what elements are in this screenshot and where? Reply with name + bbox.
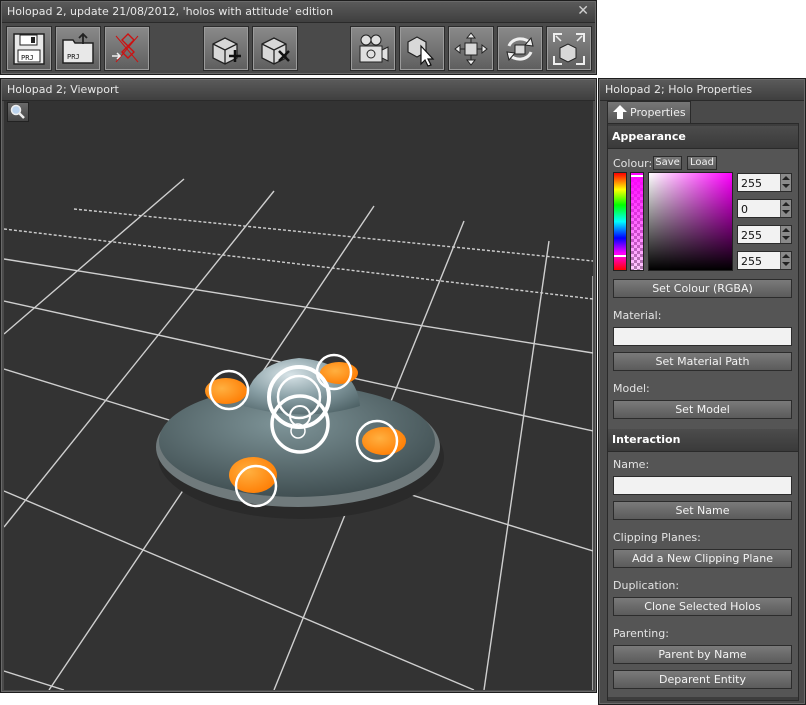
add-holo-icon	[212, 37, 241, 65]
scale-icon	[553, 33, 585, 65]
export-button[interactable]	[104, 26, 150, 71]
red-input[interactable]: 255	[737, 173, 792, 192]
alpha-value: 255	[741, 255, 762, 268]
hue-slider[interactable]	[613, 172, 627, 271]
move-icon	[454, 32, 488, 66]
alpha-slider-marker	[631, 175, 643, 177]
properties-title: Holopad 2; Holo Properties	[605, 83, 753, 96]
toolbar-window: Holopad 2, update 21/08/2012, 'holos wit…	[0, 0, 597, 75]
green-input[interactable]: 0	[737, 199, 792, 218]
material-input[interactable]	[613, 327, 792, 346]
camera-button[interactable]	[350, 26, 396, 71]
camera-icon	[359, 34, 389, 63]
rotate-icon	[506, 36, 534, 62]
name-label: Name:	[613, 458, 650, 471]
clone-selected-button[interactable]: Clone Selected Holos	[613, 597, 792, 616]
appearance-section: Colour: Save Load 255 0 255 255 Set Colo…	[608, 149, 798, 429]
close-icon[interactable]: ✕	[577, 3, 589, 19]
material-label: Material:	[613, 309, 662, 322]
properties-titlebar[interactable]: Holopad 2; Holo Properties	[600, 80, 804, 101]
add-clipping-plane-button[interactable]: Add a New Clipping Plane	[613, 549, 792, 568]
parent-by-name-button[interactable]: Parent by Name	[613, 645, 792, 664]
parenting-label: Parenting:	[613, 627, 669, 640]
green-value: 0	[741, 203, 748, 216]
interaction-header: Interaction	[608, 429, 798, 452]
move-tool-button[interactable]	[448, 26, 494, 71]
properties-window: Holopad 2; Holo Properties Properties Ap…	[598, 78, 806, 705]
tab-properties-label: Properties	[630, 106, 686, 119]
save-project-icon: PRJ	[13, 33, 45, 65]
open-project-button[interactable]: PRJ	[55, 26, 101, 71]
set-name-button[interactable]: Set Name	[613, 501, 792, 520]
save-project-button[interactable]: PRJ	[6, 26, 52, 71]
viewport-window: Holopad 2; Viewport	[0, 78, 597, 693]
interaction-section: Name: Set Name Clipping Planes: Add a Ne…	[608, 452, 798, 697]
set-material-button[interactable]: Set Material Path	[613, 352, 792, 371]
up-arrow-icon	[613, 105, 627, 119]
duplication-label: Duplication:	[613, 579, 680, 592]
alpha-input[interactable]: 255	[737, 251, 792, 270]
alpha-slider[interactable]	[630, 172, 644, 271]
red-spinner[interactable]	[780, 174, 791, 191]
model-label: Model:	[613, 382, 650, 395]
appearance-header-label: Appearance	[612, 130, 686, 143]
viewport-title: Holopad 2; Viewport	[7, 83, 119, 96]
zoom-button[interactable]	[7, 102, 29, 122]
delete-holo-button[interactable]	[252, 26, 298, 71]
colour-label: Colour:	[613, 157, 653, 170]
green-spinner[interactable]	[780, 200, 791, 217]
magnifier-icon	[10, 104, 25, 119]
name-input[interactable]	[613, 476, 792, 495]
colour-save-button[interactable]: Save	[653, 156, 682, 170]
red-value: 255	[741, 177, 762, 190]
clipping-planes-label: Clipping Planes:	[613, 531, 701, 544]
properties-panel: Appearance Colour: Save Load 255 0 255 2…	[607, 123, 799, 701]
blue-value: 255	[741, 229, 762, 242]
export-icon	[112, 33, 139, 63]
svg-text:PRJ: PRJ	[67, 53, 80, 61]
interaction-header-label: Interaction	[612, 433, 681, 446]
toolbar-titlebar[interactable]: Holopad 2, update 21/08/2012, 'holos wit…	[2, 2, 595, 23]
appearance-header: Appearance	[608, 126, 798, 149]
blue-input[interactable]: 255	[737, 225, 792, 244]
delete-holo-icon	[261, 37, 290, 65]
open-project-icon: PRJ	[62, 32, 94, 64]
alpha-spinner[interactable]	[780, 252, 791, 269]
blue-spinner[interactable]	[780, 226, 791, 243]
saturation-value-picker[interactable]	[648, 172, 733, 271]
hue-slider-marker	[614, 255, 626, 257]
rotate-tool-button[interactable]	[497, 26, 543, 71]
holo-saucer	[156, 353, 444, 519]
select-tool-button[interactable]	[399, 26, 445, 71]
set-model-button[interactable]: Set Model	[613, 400, 792, 419]
deparent-entity-button[interactable]: Deparent Entity	[613, 670, 792, 689]
svg-text:PRJ: PRJ	[21, 54, 34, 62]
viewport-titlebar[interactable]: Holopad 2; Viewport	[2, 80, 595, 101]
set-colour-button[interactable]: Set Colour (RGBA)	[613, 279, 792, 298]
scene-3d	[4, 178, 593, 690]
add-holo-button[interactable]	[203, 26, 249, 71]
colour-load-button[interactable]: Load	[687, 156, 717, 170]
scale-tool-button[interactable]	[546, 26, 592, 71]
viewport-canvas[interactable]	[4, 101, 593, 690]
select-cursor-icon	[407, 36, 435, 67]
tab-properties[interactable]: Properties	[607, 101, 691, 123]
app-title: Holopad 2, update 21/08/2012, 'holos wit…	[7, 5, 334, 18]
